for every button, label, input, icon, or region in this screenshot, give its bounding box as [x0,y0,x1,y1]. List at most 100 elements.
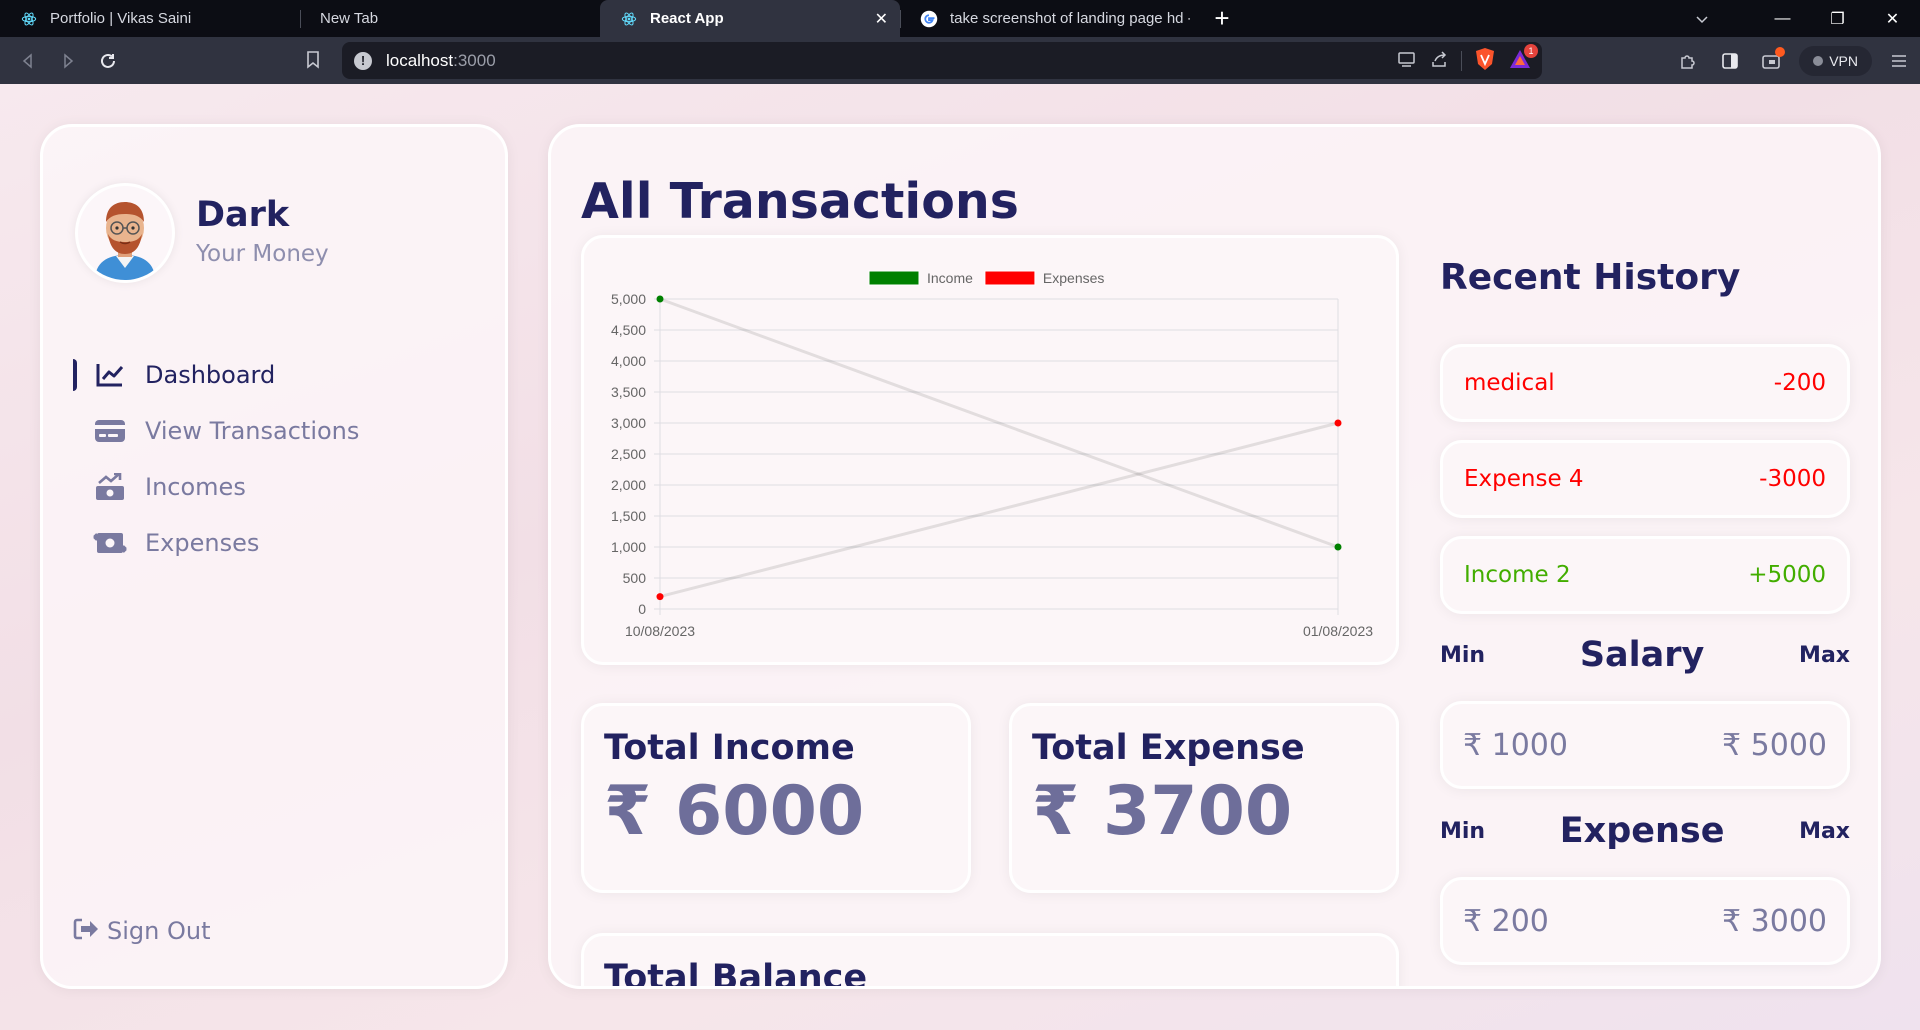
expense-range-card: ₹ 200 ₹ 3000 [1440,877,1850,965]
new-tab-button[interactable]: + [1200,0,1244,37]
chart-grid [654,298,1339,615]
url-host: localhost [386,50,454,70]
share-icon[interactable] [1429,50,1449,72]
salary-min-label: Min [1440,642,1486,668]
history-item: Income 2 +5000 [1440,536,1850,614]
browser-tab-portfolio[interactable]: Portfolio | Vikas Saini [0,0,300,37]
page-title: All Transactions [581,173,1019,230]
browser-tab-react-app[interactable]: React App ✕ [600,0,900,37]
reload-icon[interactable] [88,41,128,81]
avatar-illustration [95,202,155,280]
transactions-chart-card: 5,000 4,500 4,000 3,500 3,000 2,500 2,000 1,500… [581,235,1399,665]
chart-legend[interactable]: Income Expenses [868,270,1104,286]
y-tick-label: 3,000 [611,415,646,431]
expense-max-label: Max [1799,818,1850,844]
browser-tab-google-search[interactable]: take screenshot of landing page hd - ( [900,0,1200,37]
y-tick-label: 2,000 [611,477,646,493]
close-tab-icon[interactable]: ✕ [875,9,888,29]
total-expense-title: Total Expense [1032,728,1305,768]
wallet-icon[interactable] [1751,41,1793,81]
sign-out-label: Sign Out [107,917,211,945]
y-tick-label: 4,500 [611,322,646,338]
main-panel: All Transactions 5,000 4,500 4,000 3,500 3,0… [548,124,1881,989]
y-tick-label: 2,500 [611,446,646,462]
bookmark-icon[interactable] [298,45,328,75]
menu-icon[interactable] [1878,41,1920,81]
expense-title: Expense [1559,811,1725,851]
browser-toolbar-right: VPN [1667,37,1920,84]
brave-shield-icon[interactable] [1474,47,1496,75]
browser-toolbar: ! localhost:3000 1 VPN [0,37,1920,84]
browser-tab-new-tab[interactable]: New Tab [300,0,600,37]
history-item-label: Income 2 [1464,562,1571,588]
chart-series [656,295,1342,601]
google-icon [920,10,938,28]
back-icon[interactable] [8,41,48,81]
vpn-button[interactable]: VPN [1799,45,1872,76]
cast-icon[interactable] [1397,50,1417,72]
sidebar-item-label: View Transactions [145,417,360,445]
minimize-icon[interactable]: — [1755,0,1810,37]
browser-tab-strip: Portfolio | Vikas Saini New Tab React Ap… [0,0,1920,37]
x-tick-label: 01/08/2023 [1303,623,1373,639]
expense-min-value: ₹ 200 [1463,903,1549,939]
x-tick-label: 10/08/2023 [625,623,695,639]
restore-icon[interactable]: ❐ [1810,0,1865,37]
y-tick-label: 1,500 [611,508,646,524]
y-tick-label: 3,500 [611,384,646,400]
salary-min-value: ₹ 1000 [1463,727,1568,763]
history-item-amount: -3000 [1759,466,1826,492]
close-window-icon[interactable]: ✕ [1865,0,1920,37]
expense-range-header: Min Expense Max [1440,811,1850,851]
sidebar-item-label: Expenses [145,529,260,557]
tab-title: take screenshot of landing page hd - ( [950,10,1190,27]
data-point-income [656,295,664,303]
sidebar-item-view-transactions[interactable]: View Transactions [43,403,505,459]
total-income-title: Total Income [604,728,855,768]
chart-y-axis: 5,000 4,500 4,000 3,500 3,000 2,500 2,000 1,500… [611,291,646,617]
y-tick-label: 0 [638,601,646,617]
sidebar-item-expenses[interactable]: Expenses [43,515,505,571]
sidebar-toggle-icon[interactable] [1709,41,1751,81]
sign-out-button[interactable]: Sign Out [73,917,211,945]
user-subtitle: Your Money [196,241,329,267]
salary-max-value: ₹ 5000 [1722,727,1827,763]
tab-title: React App [650,10,724,27]
extensions-icon[interactable] [1667,41,1709,81]
chevron-down-icon[interactable] [1682,0,1722,37]
sidebar-item-incomes[interactable]: Incomes [43,459,505,515]
line-chart-icon [93,360,127,390]
url-port: :3000 [453,50,496,70]
salary-range-card: ₹ 1000 ₹ 5000 [1440,701,1850,789]
sidebar-item-dashboard[interactable]: Dashboard [43,347,505,403]
data-point-expenses [1334,419,1342,427]
avatar [75,183,175,283]
y-tick-label: 5,000 [611,291,646,307]
site-info-icon[interactable]: ! [354,51,372,70]
brave-rewards-icon[interactable]: 1 [1508,43,1538,74]
address-bar[interactable]: ! localhost:3000 1 [342,42,1542,79]
salary-max-label: Max [1799,642,1850,668]
sign-out-icon [73,918,99,944]
money-bill-transfer-icon [93,528,127,558]
transactions-line-chart: 5,000 4,500 4,000 3,500 3,000 2,500 2,000 1,500… [611,270,1373,639]
total-expense-value: ₹ 3700 [1032,772,1293,851]
sidebar-menu: Dashboard View Transactions Incomes Expe… [43,347,505,571]
y-tick-label: 4,000 [611,353,646,369]
money-bill-trend-up-icon [93,472,127,502]
sidebar: Dark Your Money Dashboard View Transacti… [40,124,508,989]
total-income-card: Total Income ₹ 6000 [581,703,971,893]
recent-history-title: Recent History [1440,257,1741,298]
credit-card-icon [93,416,127,446]
forward-icon[interactable] [48,41,88,81]
total-balance-title: Total Balance [604,958,868,989]
y-tick-label: 1,000 [611,539,646,555]
separator [1461,50,1462,71]
tab-title: Portfolio | Vikas Saini [50,10,192,27]
data-point-expenses [656,593,664,601]
y-tick-label: 500 [623,570,647,586]
notification-badge: 1 [1524,43,1538,58]
salary-range-header: Min Salary Max [1440,635,1850,675]
legend-label: Income [927,270,973,286]
history-item: medical -200 [1440,344,1850,422]
